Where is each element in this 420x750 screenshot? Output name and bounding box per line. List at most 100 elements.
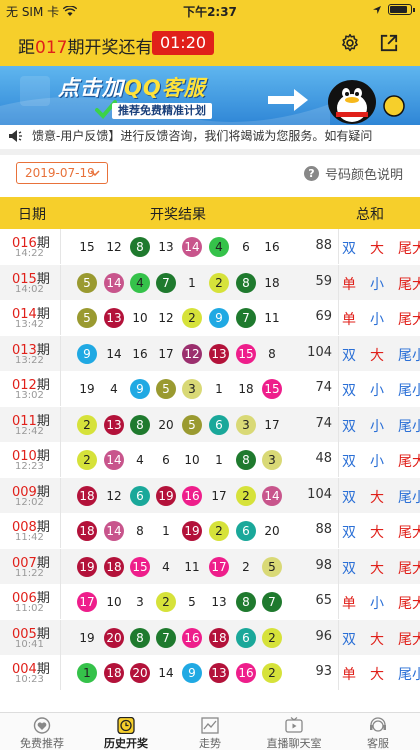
column-divider [338,229,339,264]
table-row[interactable]: 010期 12:23 2 14 4 6 10 1 8 3 48 双小尾大 [0,442,420,478]
number-ball: 19 [77,556,97,577]
number-ball: 11 [184,559,200,574]
column-divider [338,335,339,371]
column-divider [338,371,339,406]
draw-time: 11:22 [15,567,44,579]
number-ball: 14 [106,346,122,361]
number-ball: 2 [209,521,229,541]
number-ball: 5 [77,272,97,293]
tab-free-recommend[interactable]: 免费推荐 [0,713,84,750]
odd-even-tag: 双 [342,383,356,399]
app-header: 距017期开奖还有 01:20 [0,22,420,66]
column-divider [60,619,61,655]
table-row[interactable]: 009期 12:02 18 12 6 19 16 17 2 14 104 双大尾小 [0,477,420,513]
number-ball: 2 [77,450,97,470]
arrow-icon [268,89,308,111]
column-divider [338,655,339,690]
number-ball: 11 [264,311,280,325]
number-ball: 6 [130,485,150,506]
table-row[interactable]: 012期 13:02 19 4 9 5 3 1 18 15 74 双小尾小 [0,371,420,407]
banner-headline: 点击加QQ客服 [58,72,206,102]
big-small-tag: 小 [370,383,384,399]
sum-value: 96 [315,628,332,644]
tab-trend[interactable]: 走势 [168,713,252,750]
table-row[interactable]: 016期 14:22 15 12 8 13 14 4 6 16 88 双大尾大 [0,229,420,265]
number-ball: 1 [188,275,196,290]
number-ball: 5 [188,595,196,609]
number-ball: 9 [182,663,202,683]
number-ball: 10 [106,595,122,609]
column-divider [60,406,61,442]
status-indicators [372,4,415,15]
column-divider [60,442,61,477]
number-ball: 18 [264,275,280,290]
table-row[interactable]: 015期 14:02 5 14 4 7 1 2 8 18 59 单小尾大 [0,264,420,300]
tail-size-tag: 尾大 [398,241,420,257]
draw-time: 12:23 [15,461,44,472]
number-ball: 3 [262,450,282,470]
speaker-icon [9,130,22,142]
number-ball: 20 [158,417,174,432]
countdown-timer: 01:20 [152,31,214,55]
tab-history-draws[interactable]: 历史开奖 [84,713,168,750]
number-ball: 4 [110,382,118,396]
column-divider [60,264,61,300]
number-ball: 5 [156,379,176,399]
number-ball: 12 [106,240,122,254]
sum-value: 104 [307,486,332,502]
table-row[interactable]: 013期 13:22 9 14 16 17 12 13 15 8 104 双大尾小 [0,335,420,371]
countdown-prefix: 距 [18,38,35,58]
big-small-tag: 小 [370,596,384,612]
number-ball: 14 [104,521,124,541]
number-ball: 16 [182,627,202,648]
number-ball: 18 [77,521,97,541]
number-ball: 4 [162,559,170,574]
color-legend-link[interactable]: ? 号码颜色说明 [304,164,403,183]
draw-time: 11:42 [15,532,44,543]
trend-chart-icon [201,717,219,734]
notice-marquee[interactable]: 馈意-用户反馈】进行反馈咨询，我们将竭诚为您服务。如有疑问 [0,125,420,147]
number-ball: 13 [104,308,124,328]
number-ball: 5 [77,308,97,328]
number-ball: 18 [209,627,229,648]
number-ball: 5 [262,556,282,577]
banner-headline-b: QQ客服 [124,76,206,100]
chevron-down-icon [90,170,100,176]
number-ball: 6 [236,521,256,541]
big-small-tag: 大 [370,347,384,364]
number-ball: 1 [215,453,223,467]
number-ball: 18 [104,556,124,577]
sum-value: 93 [315,664,332,679]
date-selector[interactable]: 2019-07-19 [16,162,108,184]
tab-label: 走势 [199,737,221,750]
table-row[interactable]: 011期 12:42 2 13 8 20 5 6 3 17 74 双小尾小 [0,406,420,442]
number-ball: 17 [77,592,97,612]
tail-size-tag: 尾小 [398,383,420,399]
sum-value: 65 [315,593,332,608]
table-row[interactable]: 004期 10:23 1 18 20 14 9 13 16 2 93 单大尾小 [0,655,420,691]
tab-customer-service[interactable]: 客服 [336,713,420,750]
tab-live-chat[interactable]: 直播聊天室 [252,713,336,750]
number-ball: 13 [209,343,229,364]
table-row[interactable]: 008期 11:42 18 14 8 1 19 2 6 20 88 双大尾大 [0,513,420,549]
tail-size-tag: 尾大 [398,631,420,648]
gear-icon[interactable] [340,33,360,53]
qq-service-banner[interactable]: 点击加QQ客服 推荐免费精准计划 [0,66,420,125]
number-ball: 6 [242,240,250,254]
draw-history-list[interactable]: 016期 14:22 15 12 8 13 14 4 6 16 88 双大尾大 015期 14:02 5 14… [0,229,420,712]
sum-value: 74 [315,415,332,431]
table-row[interactable]: 005期 10:41 19 20 8 7 16 18 6 2 96 双大尾大 [0,619,420,655]
big-small-tag: 小 [370,276,384,293]
number-ball: 16 [236,663,256,683]
tab-label: 免费推荐 [20,737,64,750]
column-divider [338,442,339,477]
number-ball: 14 [104,450,124,470]
table-row[interactable]: 007期 11:22 19 18 15 4 11 17 2 5 98 双大尾大 [0,548,420,584]
table-row[interactable]: 014期 13:42 5 13 10 12 2 9 7 11 69 单小尾大 [0,300,420,336]
tail-size-tag: 尾大 [398,276,420,293]
share-icon[interactable] [380,34,398,52]
table-row[interactable]: 006期 11:02 17 10 3 2 5 13 8 7 65 单小尾大 [0,584,420,620]
number-ball: 3 [136,595,144,609]
number-ball: 17 [211,488,227,503]
number-ball: 17 [158,346,174,361]
